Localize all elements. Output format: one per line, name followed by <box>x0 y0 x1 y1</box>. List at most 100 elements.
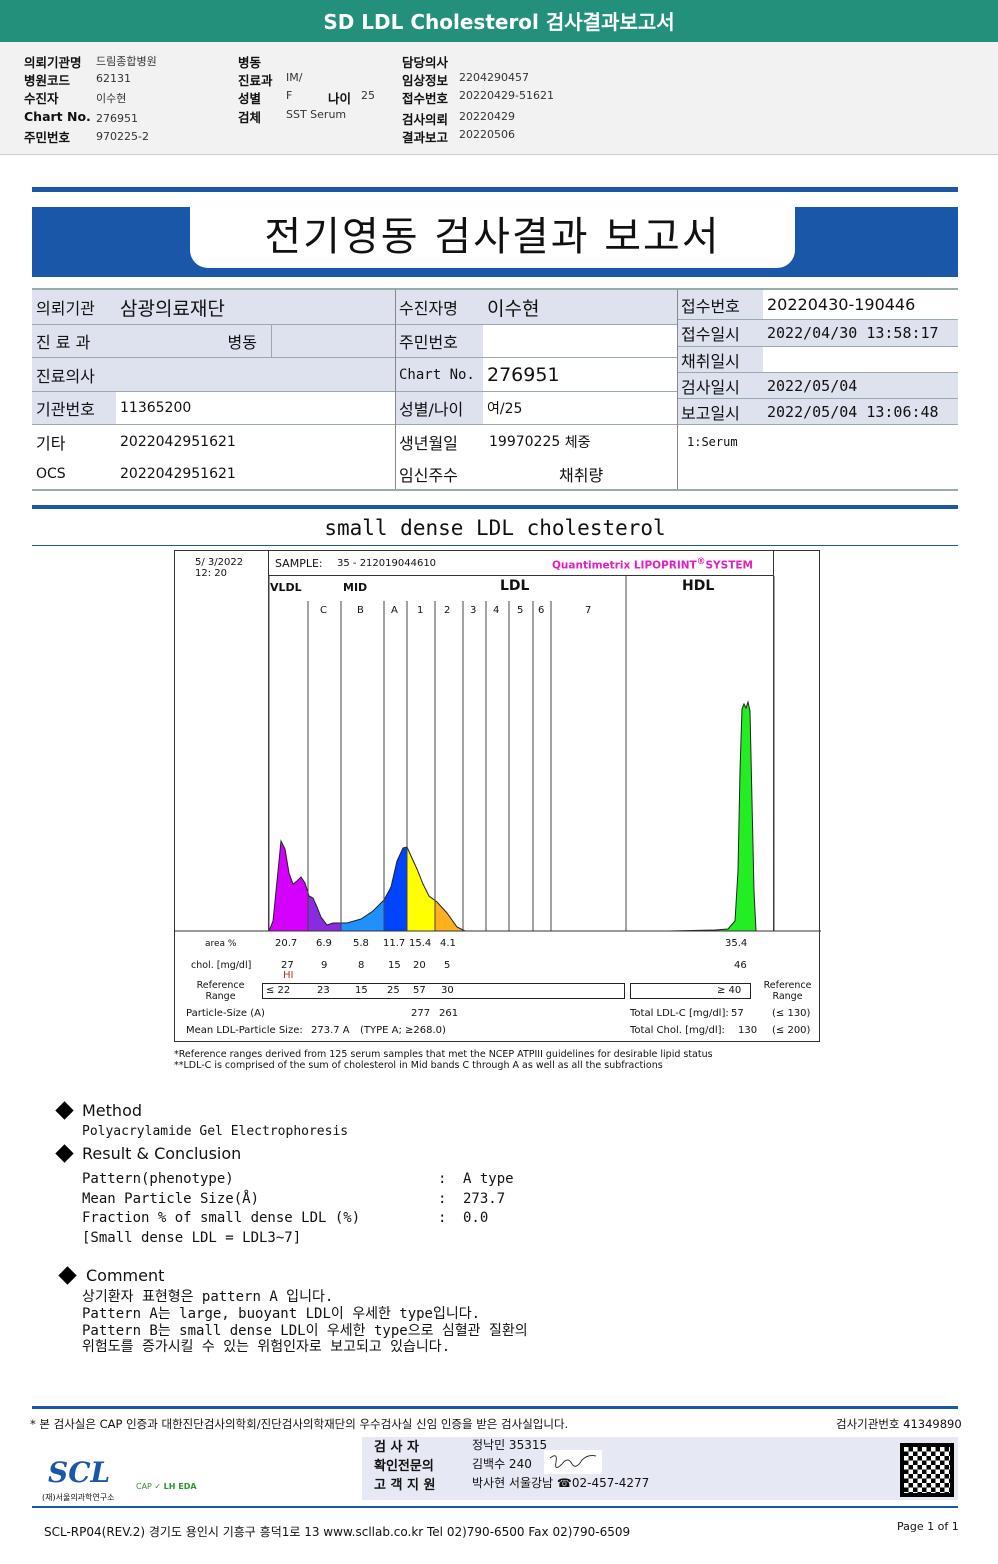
report-title: 전기영동 검사결과 보고서 <box>190 207 795 268</box>
diamond-bullet-icon <box>55 1101 74 1120</box>
divider <box>32 187 958 192</box>
band-fill-mid-c <box>308 702 341 931</box>
area-label: area % <box>205 939 237 949</box>
info-value: 62131 <box>96 72 131 85</box>
value: 19970225 체중 <box>485 425 677 458</box>
chol-value: 20 <box>413 960 426 971</box>
electropherogram <box>175 576 821 932</box>
divider <box>32 1406 958 1409</box>
label: 진 료 과 <box>32 325 116 358</box>
accreditation-logos: CAP ✓ LH EDA <box>136 1482 197 1491</box>
comment-title: Comment <box>86 1266 165 1285</box>
tldl-label: Total LDL-C [mg/dl]: <box>630 1008 729 1019</box>
info-label: 수진자 <box>24 91 59 106</box>
label: 수진자명 <box>395 290 483 325</box>
footnotes: *Reference ranges derived from 125 serum… <box>174 1049 713 1071</box>
tester: 정낙민 35315 <box>472 1438 548 1452</box>
result-note: [Small dense LDL = LDL3~7] <box>82 1230 302 1246</box>
info-label: 병동 <box>238 55 262 70</box>
support: 박사현 서울강남 ☎02-457-4277 <box>472 1476 650 1490</box>
info-label: 주민번호 <box>24 130 71 145</box>
divider <box>32 505 958 509</box>
value: 2022/05/04 13:06:48 <box>763 399 958 425</box>
info-value: 20220506 <box>459 128 515 141</box>
value: 이수현 <box>483 290 677 325</box>
chol-value: 15 <box>388 960 401 971</box>
band-fill-ldl-1 <box>407 702 435 931</box>
tchol-ref: (≤ 200) <box>772 1025 811 1036</box>
divider <box>32 1506 958 1508</box>
label: 주민번호 <box>395 325 483 358</box>
info-label: 검체 <box>238 110 262 125</box>
comment-line: 위험도를 증가시킬 수 있는 위험인자로 보고되고 있습니다. <box>82 1339 451 1355</box>
label: 임신주수 <box>399 466 458 485</box>
ref-label: Reference Range <box>763 980 812 1002</box>
tldl-ref: (≤ 130) <box>772 1008 811 1019</box>
info-label: 접수번호 <box>402 91 449 106</box>
signature-icon <box>544 1450 602 1474</box>
ref-label: Reference Range <box>196 980 245 1002</box>
label: OCS <box>36 466 66 482</box>
value <box>116 358 395 392</box>
mean-label: Mean LDL-Particle Size: <box>186 1025 303 1036</box>
info-value: 25 <box>361 89 375 102</box>
label: 채취일시 <box>677 347 763 373</box>
specimen: 1:Serum <box>687 435 738 449</box>
info-label: 검사의뢰 <box>402 112 449 127</box>
ref-value: 57 <box>413 985 426 996</box>
psize-value: 277 <box>411 1008 431 1019</box>
label: 진료의사 <box>32 358 116 392</box>
mean-type: (TYPE A; ≥268.0) <box>360 1025 446 1036</box>
value: 20220430-190446 <box>763 290 958 320</box>
label: 기타 <box>36 433 66 453</box>
divider <box>32 545 958 546</box>
info-value: IM/ <box>286 71 303 84</box>
diamond-bullet-icon <box>58 1266 77 1285</box>
confirm-label: 확인전문의 <box>374 1459 434 1474</box>
hi-flag: HI <box>283 970 294 981</box>
info-label: 결과보고 <box>402 130 449 145</box>
chol-label: chol. [mg/dl] <box>191 960 252 971</box>
band-fill-hdl <box>665 702 756 931</box>
info-label: 의뢰기관명 <box>24 55 82 70</box>
result-sep: : <box>438 1191 447 1207</box>
support-label: 고 객 지 원 <box>374 1478 436 1493</box>
label: 검사일시 <box>677 373 763 399</box>
weight-label: 체중 <box>564 434 591 451</box>
dob: 19970225 <box>489 433 561 450</box>
address: SCL-RP04(REV.2) 경기도 용인시 기흥구 흥덕1로 13 www.… <box>44 1525 631 1539</box>
result-value: A type <box>463 1171 514 1187</box>
info-value: 970225-2 <box>96 130 149 143</box>
label: 의뢰기관 <box>32 290 116 325</box>
ref-hdl: ≥ 40 <box>717 985 742 996</box>
lipoprint-chart: 5/ 3/2022 12: 20 SAMPLE: 35 - 21201904461… <box>174 550 821 1042</box>
area-value: 5.8 <box>353 938 369 949</box>
area-hdl: 35.4 <box>725 938 748 949</box>
info-value: 276951 <box>96 112 138 125</box>
info-label: 진료과 <box>238 73 273 88</box>
info-value: 이수현 <box>96 92 127 105</box>
result-title: Result & Conclusion <box>82 1144 242 1163</box>
label: 접수일시 <box>677 320 763 347</box>
psize-value: 261 <box>439 1008 459 1019</box>
mean-value: 273.7 A <box>311 1025 350 1036</box>
scl-logo-sub: (재)서울의과학연구소 <box>42 1493 115 1502</box>
info-label: 병원코드 <box>24 73 71 88</box>
info-value: 2204290457 <box>459 71 529 84</box>
label: 생년월일 <box>399 433 458 453</box>
tchol-value: 130 <box>738 1025 758 1036</box>
method-text: Polyacrylamide Gel Electrophoresis <box>82 1124 349 1139</box>
divider <box>32 489 958 491</box>
result-key: Pattern(phenotype) <box>82 1171 234 1187</box>
ref-value: 15 <box>355 985 368 996</box>
section-title: small dense LDL cholesterol <box>324 516 666 540</box>
method-title: Method <box>82 1101 143 1120</box>
band-fill-mid-a <box>384 702 407 931</box>
result-key: Mean Particle Size(Å) <box>82 1191 260 1207</box>
footnote: **LDL-C is comprised of the sum of chole… <box>174 1060 663 1071</box>
value: 2022/05/04 <box>763 373 958 399</box>
value: 276951 <box>483 358 677 392</box>
area-value: 15.4 <box>409 938 432 949</box>
lab-number: 검사기관번호 41349890 <box>836 1417 962 1431</box>
chol-hdl: 46 <box>734 960 747 971</box>
